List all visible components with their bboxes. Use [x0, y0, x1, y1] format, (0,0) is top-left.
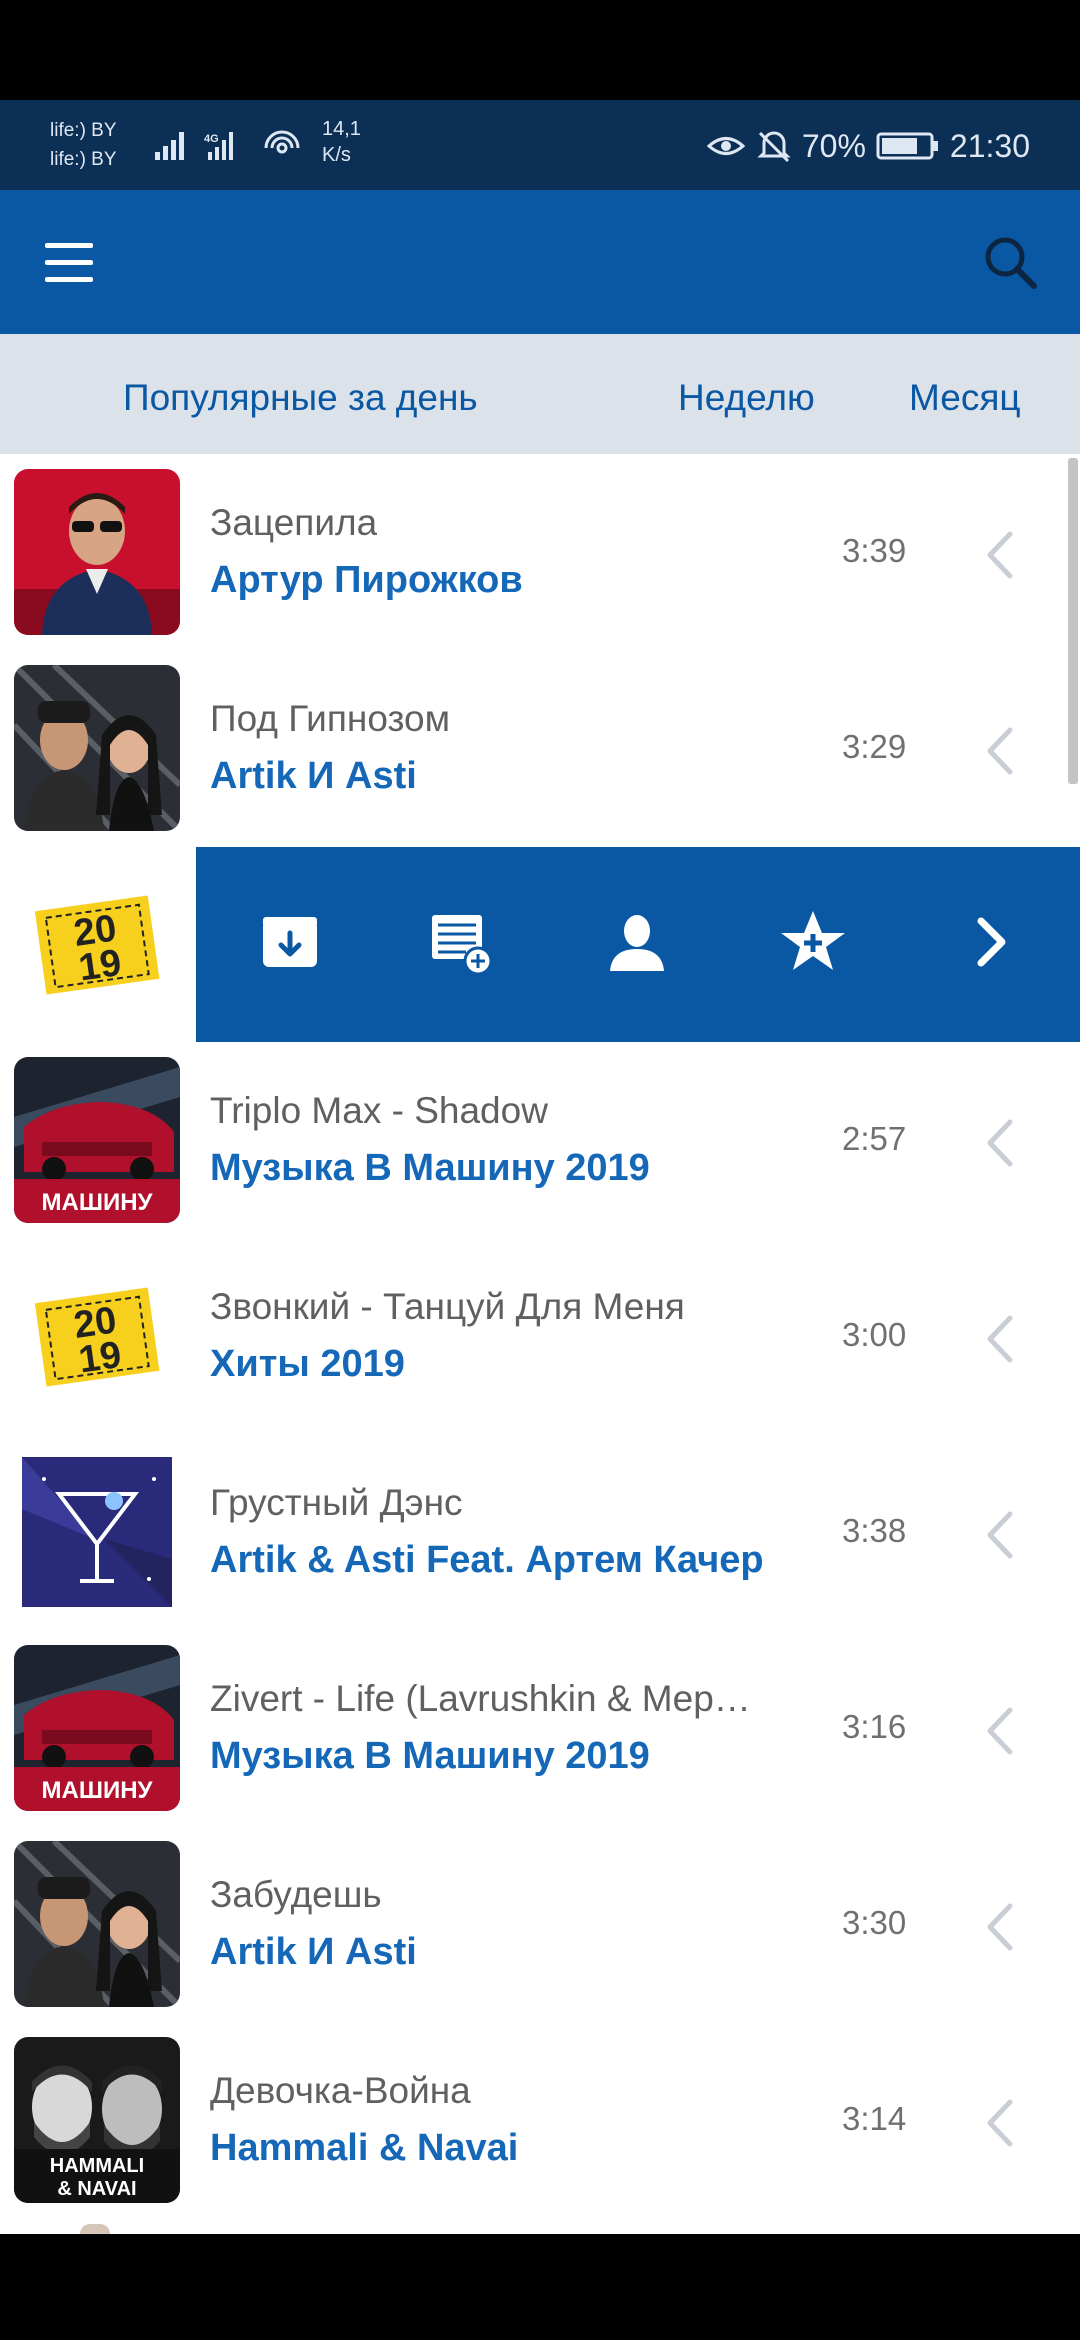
- chevron-left-icon[interactable]: [984, 1706, 1016, 1756]
- album-cover: МАШИНУ: [14, 1057, 180, 1223]
- track-artist[interactable]: Музыка В Машину 2019: [210, 1735, 650, 1778]
- navigation-area: [0, 2234, 1080, 2340]
- chevron-left-icon[interactable]: [984, 726, 1016, 776]
- menu-icon-line: [45, 277, 93, 282]
- track-title: Звонкий - Танцуй Для Меня: [210, 1286, 685, 1327]
- track-row[interactable]: HAMMALI & NAVAI Девочка-Война Hammali & …: [0, 2022, 1080, 2217]
- chevron-left-icon[interactable]: [984, 1510, 1016, 1560]
- phone-screen: life:) BY life:) BY 4G 14,1 K/s 70% 21:3…: [0, 0, 1080, 2340]
- cover-label: МАШИНУ: [42, 1777, 154, 1804]
- track-artist[interactable]: Музыка В Машину 2019: [210, 1147, 650, 1190]
- cover-label-1: HAMMALI: [50, 2155, 144, 2177]
- track-title: Zivert - Life (Lavrushkin & Mep…: [210, 1678, 751, 1719]
- chevron-right-icon[interactable]: [956, 907, 1026, 977]
- track-title: Забудешь: [210, 1874, 382, 1915]
- album-cover: 20 19: [14, 861, 180, 1027]
- album-cover: [14, 1449, 180, 1615]
- track-duration: 3:29: [842, 728, 907, 765]
- track-artist[interactable]: Artik И Asti: [210, 1931, 417, 1974]
- speed-unit: K/s: [322, 144, 351, 166]
- chevron-left-icon[interactable]: [984, 2098, 1016, 2148]
- chevron-left-icon[interactable]: [984, 1118, 1016, 1168]
- track-artist[interactable]: Артур Пирожков: [210, 559, 523, 602]
- track-row[interactable]: Грустный Дэнс Artik & Asti Feat. Артем К…: [0, 1434, 1080, 1629]
- status-right: 70% 21:30: [706, 124, 1030, 168]
- track-duration: 3:39: [842, 532, 907, 569]
- track-artist[interactable]: Artik И Asti: [210, 755, 417, 798]
- tab-week[interactable]: Неделю: [678, 334, 815, 454]
- track-duration: 3:30: [842, 1904, 907, 1941]
- track-row[interactable]: МАШИНУ Triplo Max - Shadow Музыка В Маши…: [0, 1042, 1080, 1237]
- clock: 21:30: [949, 127, 1030, 164]
- track-title: Зацепила: [210, 502, 378, 543]
- track-duration: 3:00: [842, 1316, 907, 1353]
- track-action-bar: [196, 847, 1080, 1042]
- chevron-left-icon[interactable]: [984, 1314, 1016, 1364]
- cover-label: МАШИНУ: [42, 1189, 154, 1216]
- track-row[interactable]: МАШИНУ Zivert - Life (Lavrushkin & Mep… …: [0, 1630, 1080, 1825]
- battery-icon: [876, 132, 938, 160]
- carrier-2: life:) BY: [50, 149, 117, 170]
- eye-icon: [706, 137, 746, 155]
- chevron-left-icon[interactable]: [984, 1902, 1016, 1952]
- track-title: Грустный Дэнс: [210, 1482, 463, 1523]
- sticker-text-19: 19: [76, 1334, 124, 1381]
- track-row[interactable]: Под Гипнозом Artik И Asti 3:29: [0, 650, 1080, 845]
- track-duration: 3:38: [842, 1512, 907, 1549]
- network-speed: 14,1 K/s: [322, 116, 361, 168]
- battery-percent: 70%: [801, 127, 866, 164]
- album-cover: HAMMALI & NAVAI: [14, 2037, 180, 2203]
- track-artist[interactable]: Artik & Asti Feat. Артем Качер: [210, 1539, 764, 1582]
- track-artist[interactable]: Хиты 2019: [210, 1343, 405, 1386]
- track-row[interactable]: Забудешь Artik И Asti 3:30: [0, 1826, 1080, 2021]
- track-title: Triplo Max - Shadow: [210, 1090, 548, 1131]
- track-title: Под Гипнозом: [210, 698, 451, 739]
- track-row[interactable]: 20 19 Звонкий - Танцуй Для Меня Хиты 201…: [0, 1238, 1080, 1433]
- app-bar: [0, 190, 1080, 334]
- track-duration: 2:57: [842, 1120, 907, 1157]
- svg-text:4G: 4G: [204, 133, 219, 145]
- search-icon[interactable]: [980, 232, 1040, 292]
- tab-month[interactable]: Месяц: [909, 334, 1021, 454]
- tab-popular-day[interactable]: Популярные за день: [123, 334, 478, 454]
- track-list: Зацепила Артур Пирожков 3:39 Под Гипнозо…: [0, 454, 1080, 2234]
- album-cover-partial: [80, 2224, 110, 2234]
- add-to-playlist-icon[interactable]: [426, 907, 496, 977]
- track-row[interactable]: Зацепила Артур Пирожков 3:39: [0, 454, 1080, 649]
- menu-icon-line: [45, 260, 93, 265]
- cover-label-2: & NAVAI: [57, 2178, 136, 2200]
- track-title: Девочка-Война: [210, 2070, 471, 2111]
- album-cover: [14, 1841, 180, 2007]
- chevron-left-icon[interactable]: [984, 530, 1016, 580]
- album-cover: [14, 665, 180, 831]
- status-bar: life:) BY life:) BY 4G 14,1 K/s 70% 21:3…: [0, 100, 1080, 190]
- album-cover: [14, 469, 180, 635]
- period-tabs: Популярные за день Неделю Месяц: [0, 334, 1080, 454]
- album-cover: МАШИНУ: [14, 1645, 180, 1811]
- track-duration: 3:16: [842, 1708, 907, 1745]
- menu-icon: [45, 243, 93, 248]
- track-artist[interactable]: Hammali & Navai: [210, 2127, 518, 2170]
- album-cover: 20 19: [14, 1253, 180, 1419]
- download-box-icon[interactable]: [255, 907, 325, 977]
- artist-person-icon[interactable]: [602, 907, 672, 977]
- track-duration: 3:14: [842, 2100, 907, 2137]
- menu-button[interactable]: [40, 235, 98, 289]
- speed-value: 14,1: [322, 118, 361, 140]
- sticker-text-19: 19: [76, 942, 124, 989]
- carrier-1: life:) BY: [50, 120, 117, 141]
- favorite-star-icon[interactable]: [778, 907, 848, 977]
- track-row-partial: [0, 2218, 1080, 2234]
- mute-icon: [757, 131, 791, 163]
- scrollbar[interactable]: [1068, 458, 1078, 784]
